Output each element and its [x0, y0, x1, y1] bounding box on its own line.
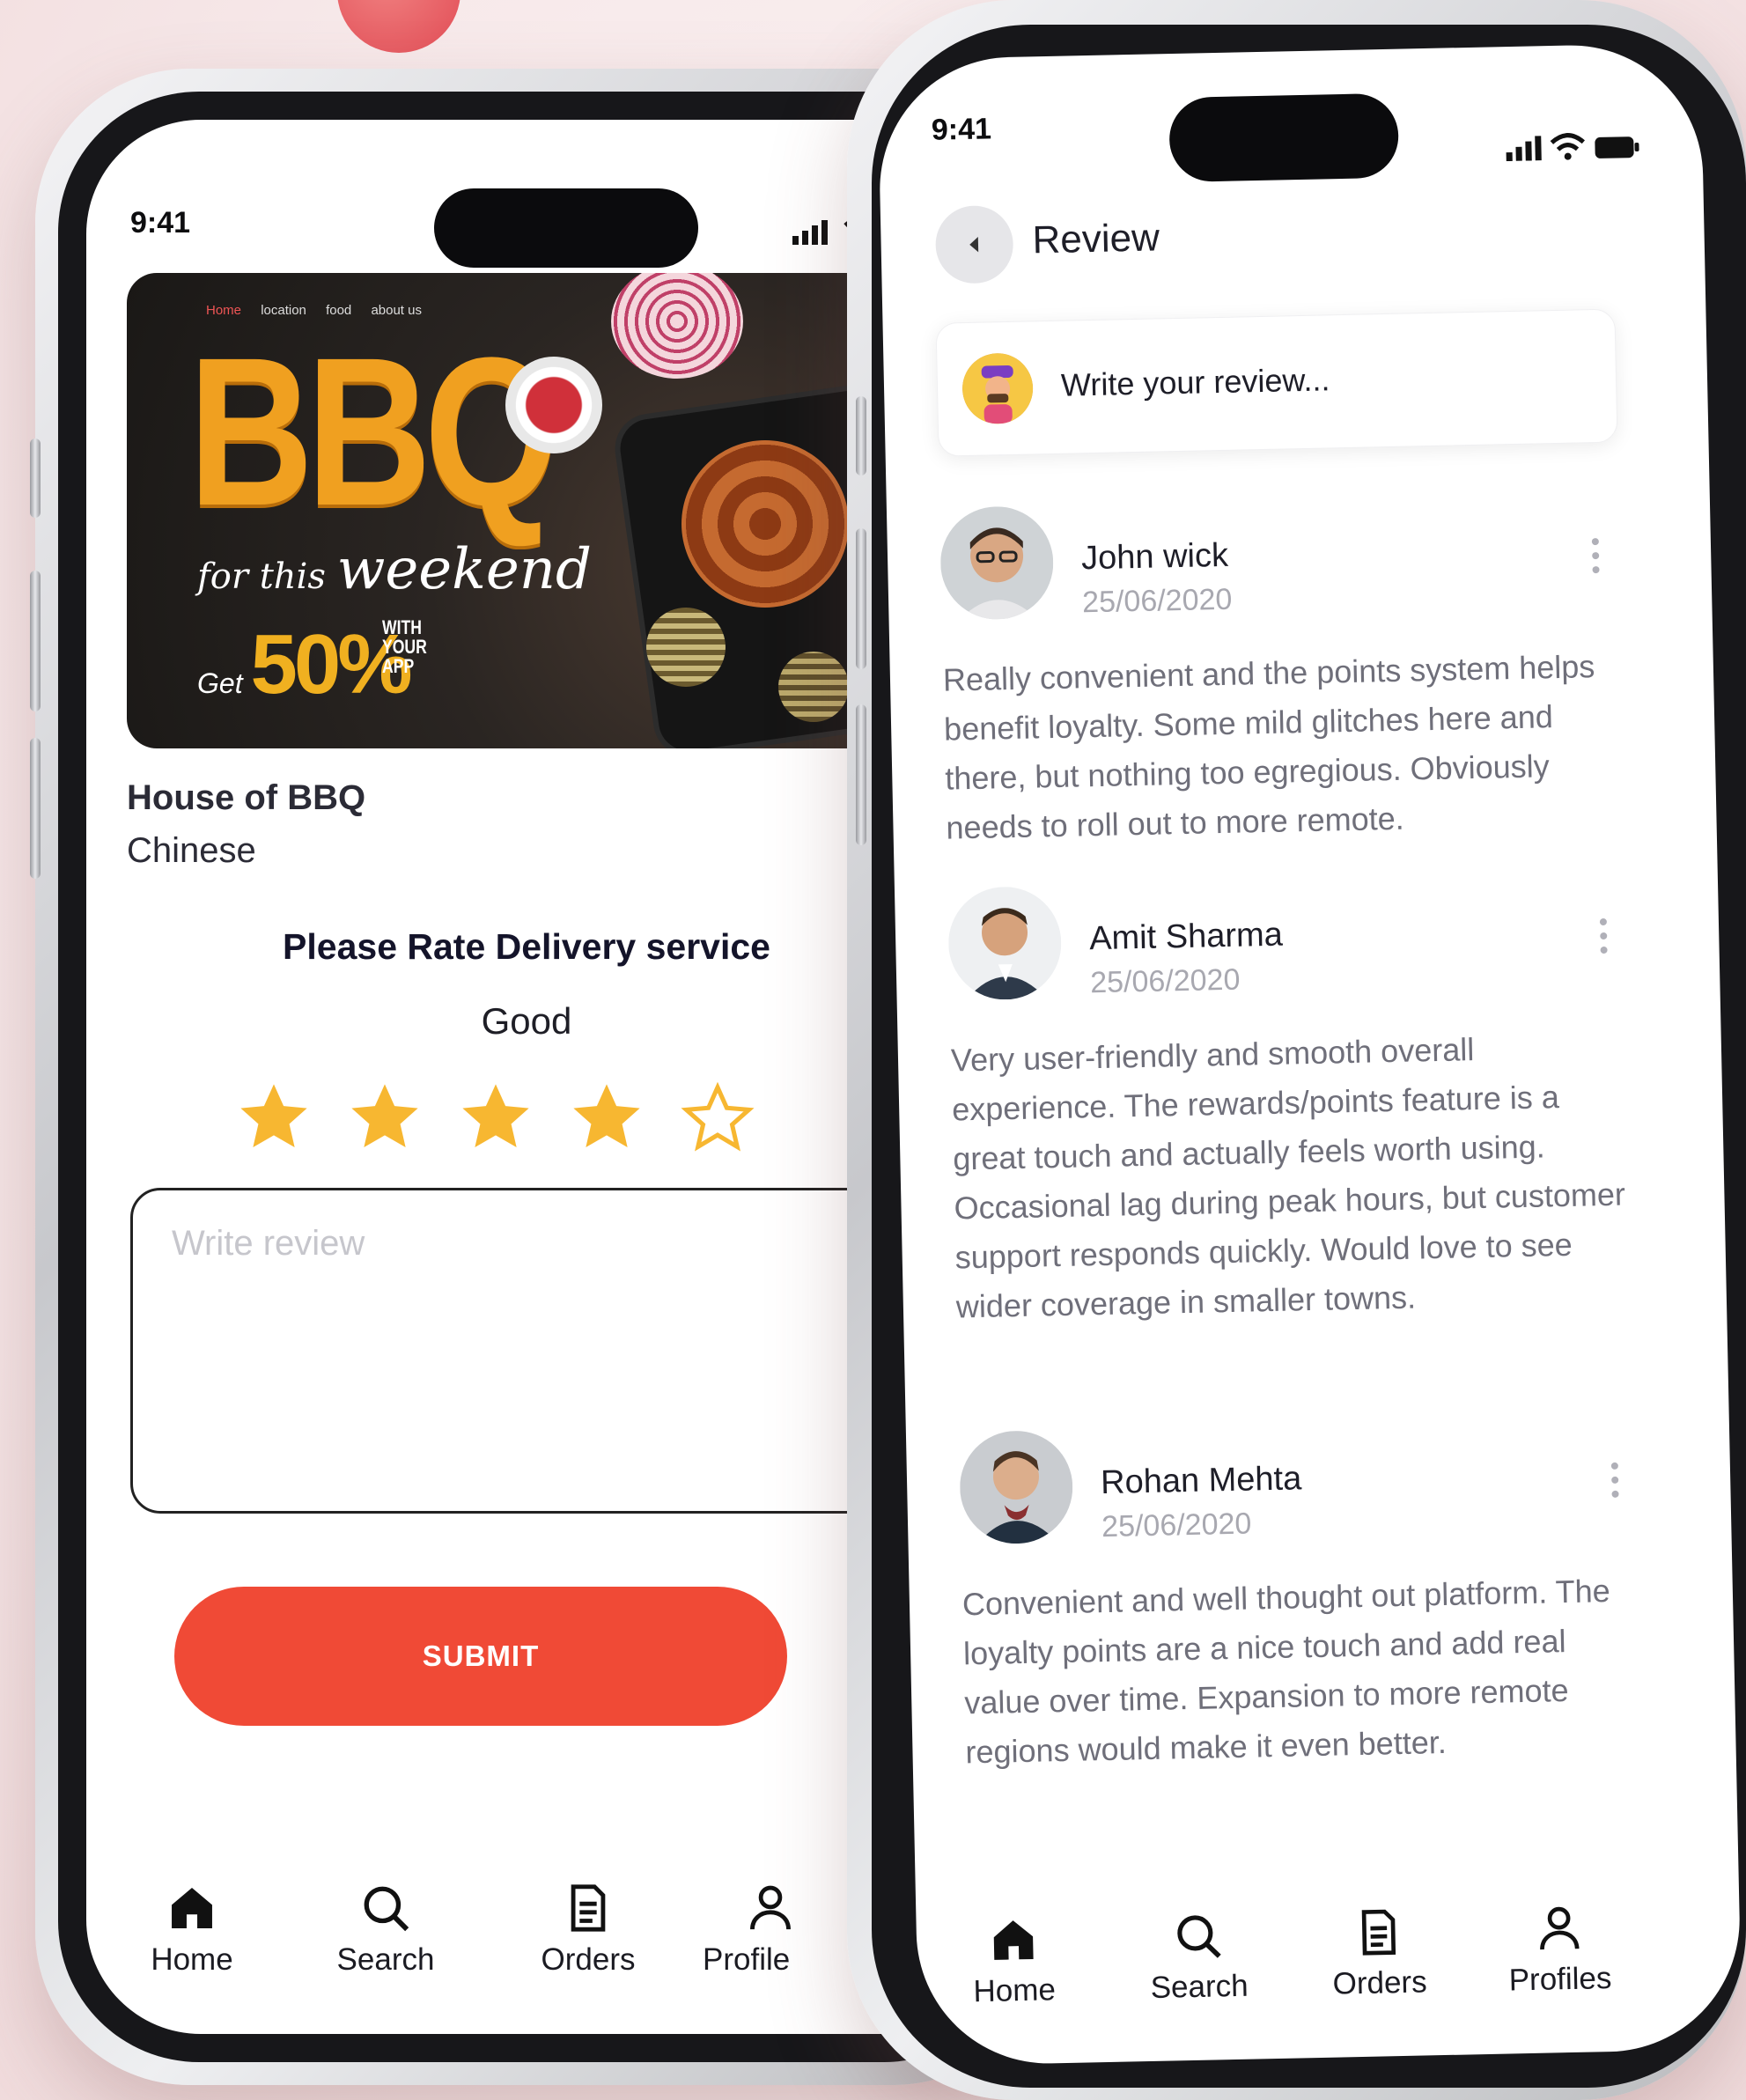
tab-home[interactable]: Home: [951, 1914, 1076, 2010]
phone-reviews-screen: 9:41 Review Write your review... John wi…: [847, 0, 1746, 2100]
restaurant-cuisine: Chinese: [127, 831, 256, 870]
wifi-icon: [1550, 133, 1585, 160]
review-item: Amit Sharma 25/06/2020 Very user-friendl…: [947, 874, 1625, 1324]
sauce-image: [505, 357, 602, 453]
review-placeholder: Write review: [172, 1224, 365, 1263]
review-text: Very user-friendly and smooth overall ex…: [950, 1031, 1626, 1325]
onion-image: [611, 273, 743, 379]
profile-icon: [750, 1885, 791, 1930]
offer-suffix-line: YOUR: [382, 636, 427, 658]
restaurant-name: House of BBQ: [127, 778, 366, 817]
star-icon-filled[interactable]: [458, 1079, 534, 1155]
reviewer-name: Amit Sharma: [1088, 916, 1284, 958]
sausage-image: [681, 440, 849, 608]
promo-banner[interactable]: Home location food about us BBQ for this…: [127, 273, 902, 748]
more-options-icon[interactable]: [1610, 1462, 1619, 1505]
tab-home[interactable]: Home: [130, 1883, 254, 1978]
banner-offer: Get 50%: [197, 616, 413, 713]
search-icon: [364, 1886, 409, 1932]
tab-home-label: Home: [151, 1942, 233, 1977]
banner-headline: BBQ: [188, 313, 559, 549]
signal-icon: [792, 220, 828, 245]
orders-icon: [1361, 1909, 1396, 1956]
battery-icon: [1595, 136, 1639, 158]
decorative-dot: [337, 0, 460, 53]
reviewer-photo: [958, 1429, 1074, 1545]
status-time: 9:41: [130, 206, 191, 239]
reviewer-photo: [939, 505, 1055, 621]
more-options-icon[interactable]: [1591, 537, 1600, 580]
review-item: John wick 25/06/2020 Really convenient a…: [939, 494, 1609, 846]
avatar: [958, 1429, 1074, 1545]
reviewer-name: Rohan Mehta: [1100, 1460, 1302, 1502]
star-icon-empty[interactable]: [680, 1079, 755, 1155]
banner-subline-big: weekend: [336, 537, 592, 602]
tab-orders[interactable]: Orders: [518, 1883, 659, 1978]
volume-up-button: [30, 571, 41, 711]
avatar: [961, 352, 1034, 425]
search-icon: [1177, 1915, 1221, 1958]
tab-profiles[interactable]: Profiles: [1488, 1903, 1631, 1999]
review-date: 25/06/2020: [1089, 962, 1241, 1000]
tab-search[interactable]: Search: [1127, 1910, 1270, 2006]
submit-button[interactable]: SUBMIT: [174, 1587, 787, 1726]
rate-title: Please Rate Delivery service: [283, 926, 770, 967]
avatar: [947, 885, 1063, 1001]
review-text: Convenient and well thought out platform…: [961, 1572, 1611, 1771]
star-icon-filled[interactable]: [236, 1079, 312, 1155]
volume-down-button: [856, 704, 866, 845]
write-review-placeholder: Write your review...: [1060, 361, 1330, 403]
rating-label: Good: [481, 1000, 572, 1042]
mute-switch: [30, 438, 41, 518]
tab-search[interactable]: Search: [315, 1883, 456, 1978]
reviewer-photo: [947, 885, 1063, 1001]
volume-up-button: [856, 528, 866, 669]
offer-suffix-line: APP: [382, 655, 415, 677]
volume-down-button: [30, 738, 41, 879]
tab-search-label: Search: [1150, 1968, 1249, 2006]
signal-icon: [1506, 136, 1542, 162]
review-date: 25/06/2020: [1101, 1507, 1252, 1544]
star-rating[interactable]: [236, 1079, 755, 1155]
review-textarea[interactable]: Write review: [130, 1188, 905, 1514]
status-time: 9:41: [931, 112, 992, 147]
tab-profile-label: Profile: [703, 1942, 791, 1977]
tab-profiles-label: Profiles: [1508, 1961, 1612, 1998]
dynamic-island: [434, 188, 698, 268]
home-icon: [172, 1888, 212, 1928]
tab-orders-label: Orders: [1332, 1964, 1427, 2001]
mute-switch: [856, 396, 866, 475]
zucchini-image: [778, 652, 849, 722]
home-icon: [993, 1920, 1034, 1960]
tab-home-label: Home: [973, 1972, 1057, 2009]
tab-orders-label: Orders: [541, 1942, 636, 1977]
tab-search-label: Search: [336, 1942, 435, 1977]
profile-icon: [1540, 1906, 1580, 1950]
dynamic-island: [1168, 92, 1400, 183]
review-text: Really convenient and the points system …: [942, 648, 1595, 846]
tab-orders[interactable]: Orders: [1308, 1906, 1450, 2002]
review-item: Rohan Mehta 25/06/2020 Convenient and we…: [958, 1418, 1628, 1770]
write-review-input[interactable]: Write your review...: [935, 308, 1618, 457]
reviews-screen: 9:41 Review Write your review... John wi…: [877, 42, 1742, 2067]
zucchini-image: [646, 608, 726, 687]
user-avatar-illustration: [962, 353, 1034, 424]
orders-icon: [571, 1884, 606, 1932]
chevron-left-icon: [969, 237, 979, 253]
star-icon-filled[interactable]: [569, 1079, 645, 1155]
page-title: Review: [1032, 216, 1160, 262]
banner-subline-small: for this: [197, 556, 326, 597]
more-options-icon[interactable]: [1599, 917, 1608, 961]
avatar: [939, 505, 1055, 621]
star-icon-filled[interactable]: [347, 1079, 423, 1155]
back-button[interactable]: [934, 204, 1014, 284]
offer-prefix: Get: [197, 667, 243, 699]
banner-subline: for this weekend: [197, 537, 592, 602]
reviewer-name: John wick: [1080, 536, 1229, 578]
offer-suffix-line: WITH: [382, 616, 422, 638]
review-date: 25/06/2020: [1081, 582, 1233, 620]
tab-profile[interactable]: Profile: [703, 1883, 844, 1978]
offer-suffix: WITH YOUR APP: [382, 618, 427, 676]
